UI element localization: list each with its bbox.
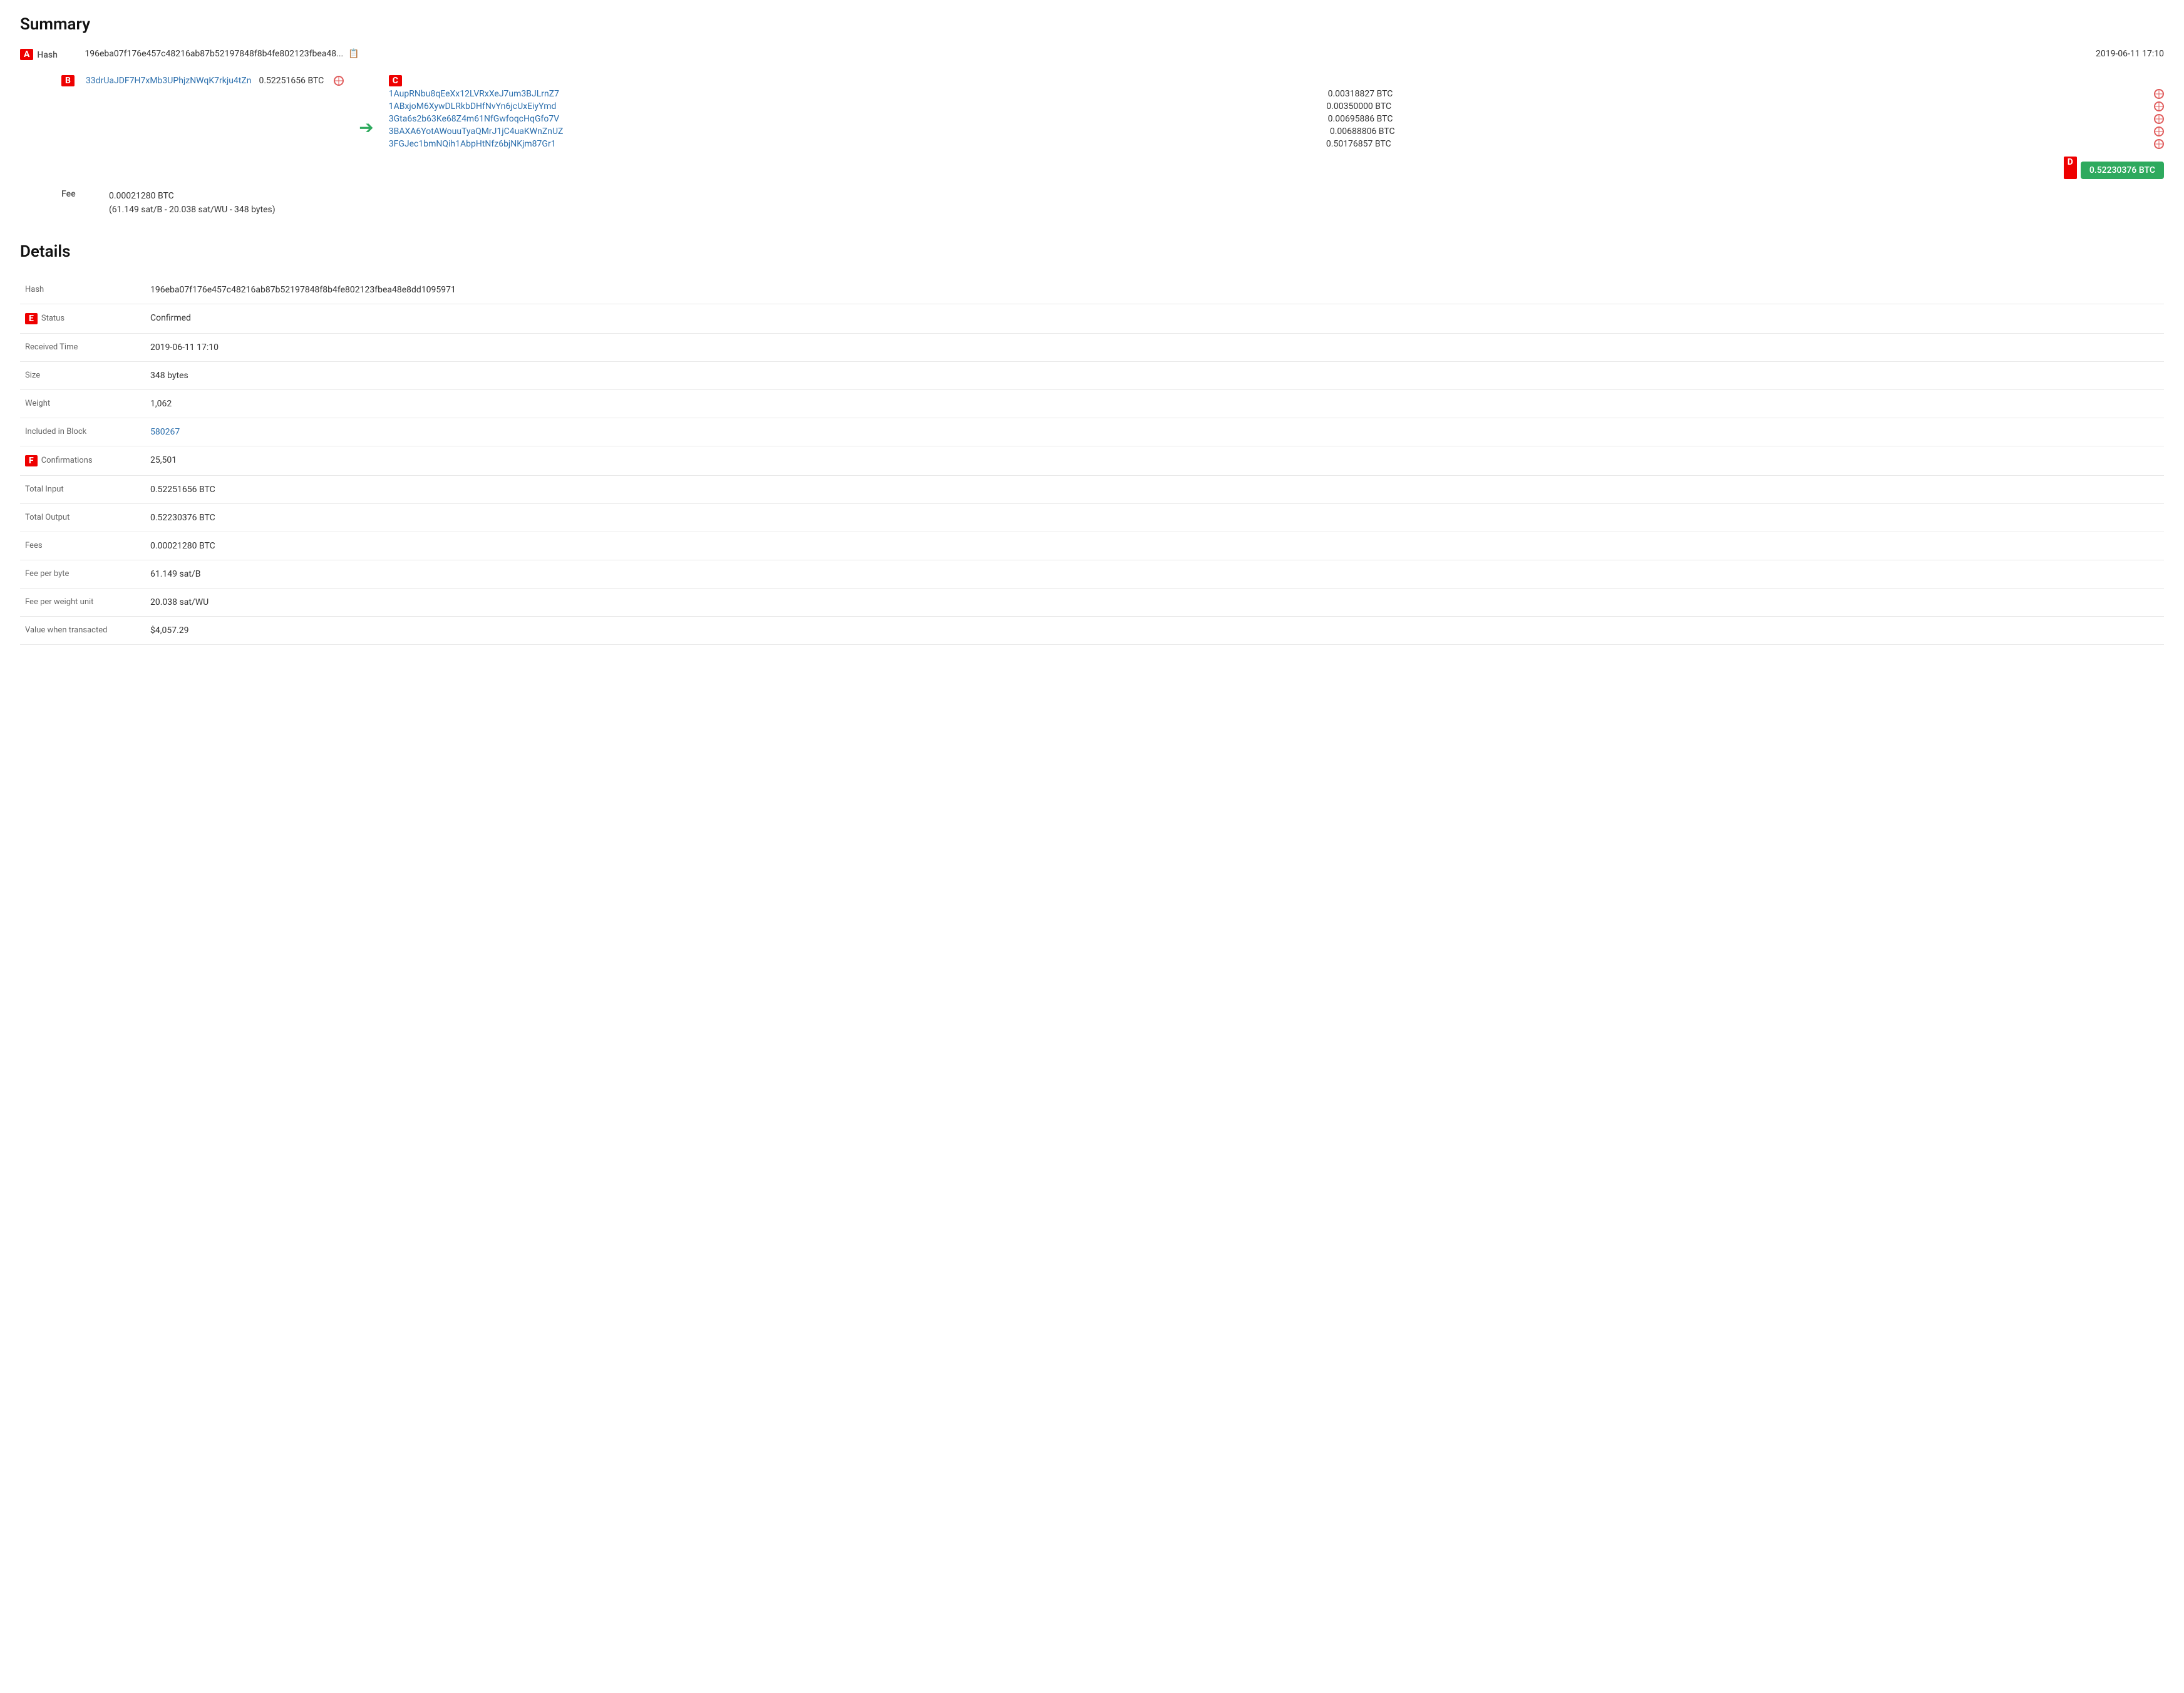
input-addr-row: B 33drUaJDF7H7xMb3UPhjzNWqK7rkju4tZn 0.5… <box>61 75 344 86</box>
details-table: Hash196eba07f176e457c48216ab87b52197848f… <box>20 276 2164 645</box>
detail-value-3: 348 bytes <box>145 361 2164 389</box>
detail-label-1: EStatus <box>20 304 145 333</box>
detail-label-3: Size <box>20 361 145 389</box>
annotation-status: E <box>25 313 38 324</box>
summary-hash-row: A Hash 196eba07f176e457c48216ab87b521978… <box>20 49 2164 60</box>
details-row-10: Fee per byte61.149 sat/B <box>20 560 2164 588</box>
detail-value-1: Confirmed <box>145 304 2164 333</box>
annotation-a: A <box>20 49 33 60</box>
detail-label-8: Total Output <box>20 503 145 532</box>
summary-section: Summary A Hash 196eba07f176e457c48216ab8… <box>20 15 2164 217</box>
output-addr-0[interactable]: 1AupRNbu8qEeXx12LVRxXeJ7um3BJLrnZ7 <box>389 89 559 99</box>
details-row-8: Total Output0.52230376 BTC <box>20 503 2164 532</box>
annotation-d: D <box>2064 157 2077 179</box>
detail-value-6: 25,501 <box>145 446 2164 475</box>
total-output-box: 0.52230376 BTC <box>2081 162 2164 179</box>
tx-flow-row: B 33drUaJDF7H7xMb3UPhjzNWqK7rkju4tZn 0.5… <box>61 70 2164 179</box>
detail-value-0: 196eba07f176e457c48216ab87b52197848f8b4f… <box>145 276 2164 304</box>
output-amt-3: 0.00688806 BTC <box>1330 126 1395 136</box>
detail-label-0: Hash <box>20 276 145 304</box>
details-row-11: Fee per weight unit20.038 sat/WU <box>20 588 2164 616</box>
globe-icon-0 <box>2154 89 2164 99</box>
globe-icon-2 <box>2154 114 2164 124</box>
block-link[interactable]: 580267 <box>150 427 180 437</box>
globe-icon-1 <box>2154 101 2164 111</box>
details-title: Details <box>20 242 2164 261</box>
fee-detail: 0.00021280 BTC (61.149 sat/B - 20.038 sa… <box>109 189 276 217</box>
input-address-link[interactable]: 33drUaJDF7H7xMb3UPhjzNWqK7rkju4tZn <box>86 76 252 86</box>
detail-label-11: Fee per weight unit <box>20 588 145 616</box>
annotation-c: C <box>389 75 402 86</box>
details-row-9: Fees0.00021280 BTC <box>20 532 2164 560</box>
output-amt-4: 0.50176857 BTC <box>1326 139 1391 149</box>
detail-value-5[interactable]: 580267 <box>145 418 2164 446</box>
detail-label-7: Total Input <box>20 475 145 503</box>
details-row-5: Included in Block 580267 <box>20 418 2164 446</box>
annotation-confirmations: F <box>25 455 38 466</box>
output-amt-0: 0.00318827 BTC <box>1328 89 1393 99</box>
details-row-4: Weight1,062 <box>20 389 2164 418</box>
summary-title: Summary <box>20 15 2164 34</box>
output-row-3: 3BAXA6YotAWouuTyaQMrJ1jC4uaKWnZnUZ 0.006… <box>389 126 2164 136</box>
details-row-12: Value when transacted$4,057.29 <box>20 616 2164 644</box>
details-row-3: Size348 bytes <box>20 361 2164 389</box>
tx-flow: B 33drUaJDF7H7xMb3UPhjzNWqK7rkju4tZn 0.5… <box>61 75 2164 179</box>
details-row-7: Total Input0.52251656 BTC <box>20 475 2164 503</box>
globe-icon-3 <box>2154 126 2164 136</box>
detail-value-9: 0.00021280 BTC <box>145 532 2164 560</box>
arrow-icon: ➔ <box>359 117 373 138</box>
output-addr-3[interactable]: 3BAXA6YotAWouuTyaQMrJ1jC4uaKWnZnUZ <box>389 126 564 136</box>
output-addr-2[interactable]: 3Gta6s2b63Ke68Z4m61NfGwfoqcHqGfo7V <box>389 114 559 124</box>
detail-label-10: Fee per byte <box>20 560 145 588</box>
output-addr-1[interactable]: 1ABxjoM6XywDLRkbDHfNvYn6jcUxEiyYmd <box>389 101 557 111</box>
hash-value: 196eba07f176e457c48216ab87b52197848f8b4f… <box>85 49 359 59</box>
annotation-b: B <box>61 75 75 86</box>
detail-label-9: Fees <box>20 532 145 560</box>
globe-icon-4 <box>2154 139 2164 149</box>
output-amt-1: 0.00350000 BTC <box>1326 101 1391 111</box>
fee-label: Fee <box>61 189 99 199</box>
detail-value-4: 1,062 <box>145 389 2164 418</box>
detail-value-11: 20.038 sat/WU <box>145 588 2164 616</box>
detail-label-6: FConfirmations <box>20 446 145 475</box>
output-amt-2: 0.00695886 BTC <box>1328 114 1393 124</box>
details-row-2: Received Time2019-06-11 17:10 <box>20 333 2164 361</box>
output-addr-4[interactable]: 3FGJec1bmNQih1AbpHtNfz6bjNKjm87Gr1 <box>389 139 556 149</box>
detail-value-8: 0.52230376 BTC <box>145 503 2164 532</box>
detail-value-10: 61.149 sat/B <box>145 560 2164 588</box>
tx-date: 2019-06-11 17:10 <box>2096 49 2164 59</box>
fee-row: Fee 0.00021280 BTC (61.149 sat/B - 20.03… <box>61 189 2164 217</box>
input-amount: 0.52251656 BTC <box>259 76 324 86</box>
detail-value-12: $4,057.29 <box>145 616 2164 644</box>
detail-label-2: Received Time <box>20 333 145 361</box>
tx-outputs: C 1AupRNbu8qEeXx12LVRxXeJ7um3BJLrnZ7 0.0… <box>389 75 2164 179</box>
output-row-4: 3FGJec1bmNQih1AbpHtNfz6bjNKjm87Gr1 0.501… <box>389 139 2164 149</box>
copy-icon[interactable]: 📋 <box>348 49 359 59</box>
output-row-2: 3Gta6s2b63Ke68Z4m61NfGwfoqcHqGfo7V 0.006… <box>389 114 2164 124</box>
detail-label-4: Weight <box>20 389 145 418</box>
hash-label: Hash <box>37 49 75 60</box>
tx-inputs: B 33drUaJDF7H7xMb3UPhjzNWqK7rkju4tZn 0.5… <box>61 75 344 86</box>
details-row-1: EStatusConfirmed <box>20 304 2164 333</box>
details-row-0: Hash196eba07f176e457c48216ab87b52197848f… <box>20 276 2164 304</box>
detail-value-7: 0.52251656 BTC <box>145 475 2164 503</box>
detail-label-5: Included in Block <box>20 418 145 446</box>
output-row-0: 1AupRNbu8qEeXx12LVRxXeJ7um3BJLrnZ7 0.003… <box>389 89 2164 99</box>
output-row-1: 1ABxjoM6XywDLRkbDHfNvYn6jcUxEiyYmd 0.003… <box>389 101 2164 111</box>
globe-icon-input <box>334 76 344 86</box>
detail-value-2: 2019-06-11 17:10 <box>145 333 2164 361</box>
details-section: Details Hash196eba07f176e457c48216ab87b5… <box>20 242 2164 645</box>
detail-label-12: Value when transacted <box>20 616 145 644</box>
details-row-6: FConfirmations25,501 <box>20 446 2164 475</box>
